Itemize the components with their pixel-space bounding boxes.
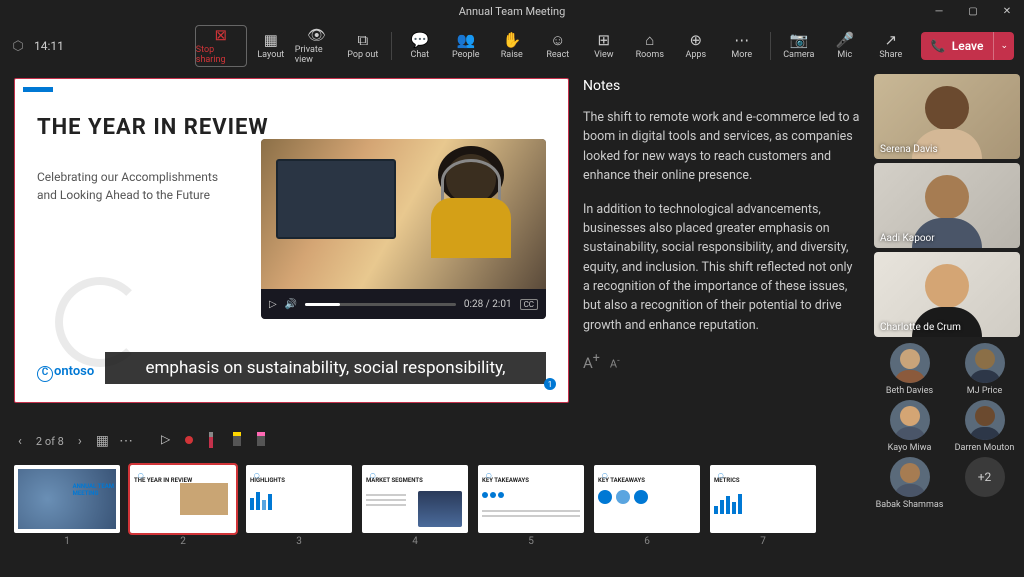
camera-button[interactable]: 📷Camera — [777, 25, 821, 67]
pen-tool[interactable] — [209, 432, 225, 450]
notes-panel: Notes The shift to remote work and e-com… — [583, 78, 870, 423]
leave-chevron[interactable]: ⌄ — [993, 32, 1014, 60]
phone-icon: 📞 — [931, 39, 946, 53]
thumb-5[interactable]: ◯KEY TAKEAWAYS — [478, 465, 584, 533]
video-frame — [261, 139, 546, 289]
thumb-3[interactable]: ◯HIGHLIGHTS — [246, 465, 352, 533]
maximize-button[interactable]: ▢ — [956, 0, 990, 22]
slide-subtitle: Celebrating our Accomplishments and Look… — [37, 168, 237, 204]
participant-more[interactable]: +2 — [949, 457, 1020, 510]
annotation-tools: ▷ — [161, 432, 273, 450]
participant-large[interactable]: Charlotte de Crum — [874, 252, 1020, 337]
slide-accent — [23, 87, 53, 92]
highlighter-pink[interactable] — [257, 432, 273, 450]
participants-panel: Serena Davis Aadi Kapoor Charlotte de Cr… — [870, 70, 1024, 577]
share-button[interactable]: ↗Share — [869, 25, 913, 67]
embedded-video[interactable]: ▷ 🔊 0:28 / 2:01 CC — [261, 139, 546, 319]
minimize-button[interactable]: ─ — [922, 0, 956, 22]
next-slide-button[interactable]: › — [74, 430, 86, 453]
participant-small[interactable]: Beth Davies — [874, 343, 945, 396]
participant-large[interactable]: Serena Davis — [874, 74, 1020, 159]
live-caption: emphasis on sustainability, social respo… — [105, 352, 546, 384]
participant-small[interactable]: Darren Mouton — [949, 400, 1020, 453]
react-button[interactable]: ☺React — [536, 25, 580, 67]
stop-sharing-button[interactable]: ⊠Stop sharing — [195, 25, 247, 67]
private-view-button[interactable]: 👁Private view — [295, 25, 339, 67]
font-increase-button[interactable]: A+ — [583, 351, 600, 372]
layout-button[interactable]: ▦Layout — [249, 25, 293, 67]
current-slide[interactable]: THE YEAR IN REVIEW Celebrating our Accom… — [14, 78, 569, 403]
play-icon[interactable]: ▷ — [269, 299, 277, 310]
thumb-6[interactable]: ◯KEY TAKEAWAYS — [594, 465, 700, 533]
hand-icon: ✋ — [502, 33, 521, 48]
apps-icon: ⊕ — [690, 33, 703, 48]
slide-counter: 2 of 8 — [36, 435, 64, 448]
mic-button[interactable]: 🎤Mic — [823, 25, 867, 67]
slide-thumbnails: ANNUAL TEAM MEETING1 ◯THE YEAR IN REVIEW… — [14, 459, 870, 565]
content-area: THE YEAR IN REVIEW Celebrating our Accom… — [0, 70, 1024, 577]
highlighter-yellow[interactable] — [233, 432, 249, 450]
more-button[interactable]: ⋯More — [720, 25, 764, 67]
view-button[interactable]: ⊞View — [582, 25, 626, 67]
share-icon: ↗ — [885, 33, 898, 48]
camera-icon: 📷 — [789, 33, 808, 48]
participant-small[interactable]: Kayo Miwa — [874, 400, 945, 453]
toolbar-divider — [770, 32, 771, 60]
participant-small[interactable]: Babak Shammas — [874, 457, 945, 510]
slide-navigation: ‹ 2 of 8 › ▦ ⋯ ▷ — [14, 423, 870, 459]
layout-icon: ▦ — [264, 33, 278, 48]
more-icon: ⋯ — [734, 33, 749, 48]
emoji-icon: ☺ — [550, 33, 565, 48]
leave-button[interactable]: 📞Leave ⌄ — [921, 32, 1014, 60]
grid-icon: ⊞ — [598, 33, 611, 48]
thumb-2[interactable]: ◯THE YEAR IN REVIEW — [130, 465, 236, 533]
laser-tool[interactable] — [185, 432, 201, 450]
raise-button[interactable]: ✋Raise — [490, 25, 534, 67]
thumb-4[interactable]: ◯MARKET SEGMENTS — [362, 465, 468, 533]
participant-large[interactable]: Aadi Kapoor — [874, 163, 1020, 248]
video-controls: ▷ 🔊 0:28 / 2:01 CC — [261, 289, 546, 319]
rooms-icon: ⌂ — [645, 33, 654, 48]
slide-page-badge: 1 — [544, 378, 556, 390]
video-progress[interactable] — [305, 303, 456, 306]
font-decrease-button[interactable]: A- — [610, 356, 620, 371]
rooms-button[interactable]: ⌂Rooms — [628, 25, 672, 67]
toolbar: ⬡ 14:11 ⊠Stop sharing ▦Layout 👁Private v… — [0, 22, 1024, 70]
video-time: 0:28 / 2:01 — [464, 299, 512, 310]
window-title: Annual Team Meeting — [459, 5, 566, 18]
prev-slide-button[interactable]: ‹ — [14, 430, 26, 453]
thumb-7[interactable]: ◯METRICS — [710, 465, 816, 533]
window-controls: ─ ▢ ✕ — [922, 0, 1024, 22]
people-icon: 👥 — [456, 33, 475, 48]
slide-title: THE YEAR IN REVIEW — [37, 115, 546, 140]
toolbar-divider — [391, 32, 392, 60]
notes-heading: Notes — [583, 78, 860, 94]
chat-icon: 💬 — [410, 33, 429, 48]
nav-more-button[interactable]: ⋯ — [119, 433, 133, 449]
cursor-tool[interactable]: ▷ — [161, 432, 177, 450]
volume-icon[interactable]: 🔊 — [285, 299, 297, 310]
company-logo: ontoso — [37, 364, 94, 382]
chat-button[interactable]: 💬Chat — [398, 25, 442, 67]
cc-button[interactable]: CC — [520, 299, 538, 310]
shield-icon[interactable]: ⬡ — [10, 38, 26, 54]
thumb-1[interactable]: ANNUAL TEAM MEETING — [14, 465, 120, 533]
eye-icon: 👁 — [307, 28, 326, 43]
meeting-timer: 14:11 — [34, 39, 64, 53]
close-button[interactable]: ✕ — [990, 0, 1024, 22]
mic-icon: 🎤 — [835, 33, 854, 48]
font-size-controls: A+ A- — [583, 351, 860, 372]
popout-icon: ⧉ — [357, 33, 368, 48]
people-button[interactable]: 👥People — [444, 25, 488, 67]
participant-small[interactable]: MJ Price — [949, 343, 1020, 396]
titlebar: Annual Team Meeting ─ ▢ ✕ — [0, 0, 1024, 22]
grid-view-button[interactable]: ▦ — [96, 433, 109, 449]
popout-button[interactable]: ⧉Pop out — [341, 25, 385, 67]
presentation-column: THE YEAR IN REVIEW Celebrating our Accom… — [0, 70, 870, 577]
apps-button[interactable]: ⊕Apps — [674, 25, 718, 67]
stop-icon: ⊠ — [215, 28, 228, 43]
notes-text: The shift to remote work and e-commerce … — [583, 108, 860, 335]
